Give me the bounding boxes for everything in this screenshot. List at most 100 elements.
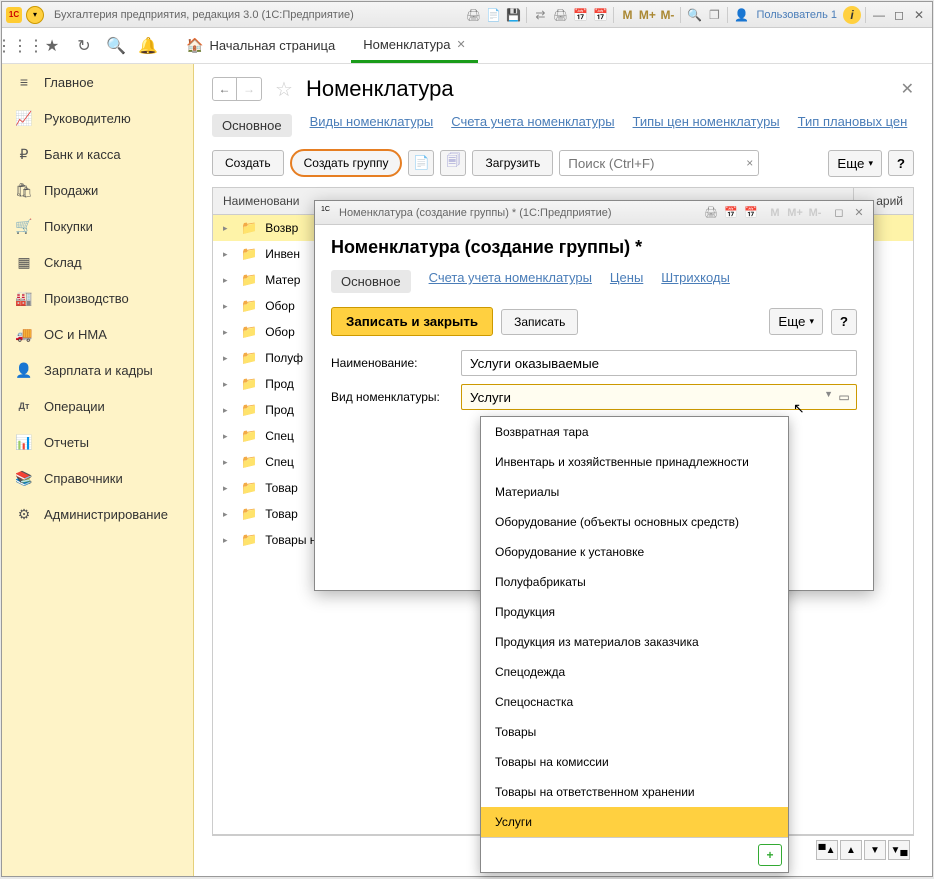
open-list-button[interactable]: ▭ (835, 388, 853, 406)
expand-icon[interactable]: ▸ (223, 431, 233, 442)
dropdown-arrow-icon[interactable]: ▼ (824, 389, 833, 399)
dialog-titlebar[interactable]: 1C Номенклатура (создание группы) * (1С:… (315, 201, 873, 225)
dialog-help-button[interactable]: ? (831, 309, 857, 335)
tab-home[interactable]: 🏠 Начальная страница (174, 29, 347, 63)
dropdown-item[interactable]: Оборудование (объекты основных средств) (481, 507, 788, 537)
tab-nomenclature[interactable]: Номенклатура ✕ (351, 29, 477, 63)
dialog-restore-button[interactable]: ◻ (831, 205, 847, 221)
zoom-icon[interactable]: 🔍 (685, 6, 703, 24)
sidebar-item-production[interactable]: 🏭Производство (2, 280, 193, 316)
expand-icon[interactable]: ▸ (223, 483, 233, 494)
nav-back-button[interactable]: ← (213, 78, 237, 100)
dropdown-item[interactable]: Товары на ответственном хранении (481, 777, 788, 807)
calc-m-icon[interactable]: M (767, 205, 783, 221)
apps-icon[interactable]: ⋮⋮⋮ (10, 36, 30, 56)
notifications-icon[interactable]: 🔔 (138, 36, 158, 56)
dropdown-item[interactable]: Товары на комиссии (481, 747, 788, 777)
print-icon[interactable]: 🖨 (703, 205, 719, 221)
calc-mminus-icon[interactable]: M- (658, 6, 676, 24)
compare-icon[interactable]: ⇄ (531, 6, 549, 24)
dropdown-item[interactable]: Возвратная тара (481, 417, 788, 447)
search-icon[interactable]: 🔍 (106, 36, 126, 56)
dialog-tab-prices[interactable]: Цены (610, 270, 643, 293)
dropdown-item[interactable]: Полуфабрикаты (481, 567, 788, 597)
history-icon[interactable]: ↻ (74, 36, 94, 56)
sidebar-item-purchases[interactable]: 🛒Покупки (2, 208, 193, 244)
favorite-icon[interactable]: ★ (42, 36, 62, 56)
close-button[interactable]: ✕ (910, 7, 928, 23)
grid-up-button[interactable]: ▲ (840, 840, 862, 860)
calendar2-icon[interactable]: 📅 (591, 6, 609, 24)
print-icon[interactable]: 📄 (484, 6, 502, 24)
calc-mplus-icon[interactable]: M+ (638, 6, 656, 24)
calc-mplus-icon[interactable]: M+ (787, 205, 803, 221)
nav-forward-button[interactable]: → (237, 78, 261, 100)
dropdown-item[interactable]: Продукция (481, 597, 788, 627)
calc-m-icon[interactable]: M (618, 6, 636, 24)
expand-icon[interactable]: ▸ (223, 327, 233, 338)
dropdown-item[interactable]: Услуги (481, 807, 788, 837)
info-icon[interactable]: i (843, 6, 861, 24)
maximize-button[interactable]: ◻ (890, 7, 908, 23)
dialog-tab-accounts[interactable]: Счета учета номенклатуры (429, 270, 592, 293)
tab-close-icon[interactable]: ✕ (456, 38, 465, 51)
dialog-tab-main[interactable]: Основное (331, 270, 411, 293)
grid-top-button[interactable]: ▀▲ (816, 840, 838, 860)
add-item-button[interactable]: + (758, 844, 782, 866)
subtab-pricetypes[interactable]: Типы цен номенклатуры (633, 114, 780, 137)
dropdown-item[interactable]: Оборудование к установке (481, 537, 788, 567)
expand-icon[interactable]: ▸ (223, 301, 233, 312)
find-button[interactable]: 🗐 (440, 150, 466, 176)
user-name[interactable]: Пользователь 1 (752, 9, 841, 21)
dropdown-item[interactable]: Продукция из материалов заказчика (481, 627, 788, 657)
dialog-close-button[interactable]: ✕ (851, 205, 867, 221)
close-page-button[interactable]: ✕ (901, 79, 914, 99)
load-button[interactable]: Загрузить (472, 150, 553, 176)
expand-icon[interactable]: ▸ (223, 353, 233, 364)
sidebar-item-assets[interactable]: 🚚ОС и НМА (2, 316, 193, 352)
more-button[interactable]: Еще▾ (828, 150, 882, 177)
sidebar-item-reports[interactable]: 📊Отчеты (2, 424, 193, 460)
create-copy-button[interactable]: 📄 (408, 150, 434, 176)
sidebar-item-hr[interactable]: 👤Зарплата и кадры (2, 352, 193, 388)
subtab-types[interactable]: Виды номенклатуры (310, 114, 434, 137)
expand-icon[interactable]: ▸ (223, 249, 233, 260)
expand-icon[interactable]: ▸ (223, 535, 233, 546)
calendar2-icon[interactable]: 📅 (743, 205, 759, 221)
name-input[interactable] (461, 350, 857, 376)
sidebar-item-sales[interactable]: 🛍Продажи (2, 172, 193, 208)
help-button[interactable]: ? (888, 150, 914, 176)
sidebar-item-admin[interactable]: ⚙Администрирование (2, 496, 193, 532)
expand-icon[interactable]: ▸ (223, 457, 233, 468)
save-button[interactable]: Записать (501, 309, 578, 335)
subtab-main[interactable]: Основное (212, 114, 292, 137)
type-select[interactable] (461, 384, 857, 410)
calendar-icon[interactable]: 📅 (723, 205, 739, 221)
dropdown-item[interactable]: Спецоснастка (481, 687, 788, 717)
dropdown-item[interactable]: Материалы (481, 477, 788, 507)
expand-icon[interactable]: ▸ (223, 223, 233, 234)
grid-down-button[interactable]: ▼ (864, 840, 886, 860)
grid-bottom-button[interactable]: ▼▄ (888, 840, 910, 860)
clear-search-icon[interactable]: × (746, 156, 753, 170)
expand-icon[interactable]: ▸ (223, 405, 233, 416)
sidebar-item-operations[interactable]: ДтОперации (2, 388, 193, 424)
save-icon[interactable]: 💾 (504, 6, 522, 24)
expand-icon[interactable]: ▸ (223, 275, 233, 286)
windows-icon[interactable]: ❐ (705, 6, 723, 24)
sidebar-item-main[interactable]: ≡Главное (2, 64, 193, 100)
search-input[interactable] (559, 150, 759, 176)
dropdown-item[interactable]: Инвентарь и хозяйственные принадлежности (481, 447, 788, 477)
calendar-icon[interactable]: 📅 (571, 6, 589, 24)
sidebar-item-bank[interactable]: ₽Банк и касса (2, 136, 193, 172)
calc-mminus-icon[interactable]: M- (807, 205, 823, 221)
expand-icon[interactable]: ▸ (223, 379, 233, 390)
create-group-button[interactable]: Создать группу (290, 149, 403, 177)
save-close-button[interactable]: Записать и закрыть (331, 307, 493, 336)
main-menu-dropdown[interactable]: ▾ (26, 6, 44, 24)
dropdown-item[interactable]: Спецодежда (481, 657, 788, 687)
expand-icon[interactable]: ▸ (223, 509, 233, 520)
print2-icon[interactable]: 🖨 (551, 6, 569, 24)
favorite-star-button[interactable]: ☆ (272, 77, 296, 101)
dialog-tab-barcodes[interactable]: Штрихкоды (661, 270, 730, 293)
